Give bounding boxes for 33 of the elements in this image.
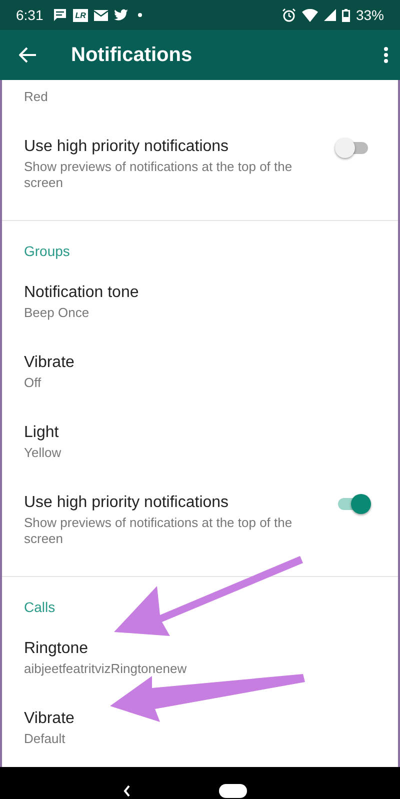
setting-title[interactable]: Use high priority notifications [24, 137, 338, 157]
setting-title[interactable]: Use high priority notifications [24, 493, 338, 513]
app-badge-icon: LR [73, 8, 88, 22]
message-icon [53, 8, 68, 22]
setting-title[interactable]: Notification tone [24, 283, 376, 303]
back-icon[interactable] [123, 784, 131, 796]
setting-value: Off [24, 375, 42, 391]
setting-value: Default [24, 731, 66, 747]
back-arrow-icon[interactable] [19, 47, 37, 63]
setting-title[interactable]: Vibrate [24, 709, 376, 729]
setting-value: Show previews of notifications at the top of the screen [24, 515, 294, 547]
alarm-icon [282, 8, 296, 22]
wifi-icon [302, 8, 318, 22]
setting-value: Yellow [24, 445, 62, 461]
more-dot-icon [138, 13, 142, 17]
bird-icon [114, 9, 128, 21]
battery-icon [342, 8, 350, 22]
screen-title: Notifications [71, 44, 194, 66]
status-time: 6:31 [16, 7, 44, 23]
setting-value: Beep Once [24, 305, 90, 321]
battery-level: 33% [356, 7, 384, 23]
section-header: Calls [24, 599, 56, 615]
setting-value: Show previews of notifications at the top of the screen [24, 159, 294, 191]
setting-title[interactable]: Light [24, 423, 376, 443]
setting-value: Red [24, 89, 49, 105]
more-options-icon[interactable] [384, 47, 388, 63]
section-header: Groups [24, 243, 70, 259]
mail-icon [94, 10, 108, 20]
setting-value: aibjeetfeatritvizRingtonenew [24, 661, 188, 677]
setting-title[interactable]: Ringtone [24, 639, 376, 659]
home-button[interactable] [219, 784, 247, 798]
setting-title[interactable]: Vibrate [24, 353, 376, 373]
signal-icon [324, 9, 336, 21]
